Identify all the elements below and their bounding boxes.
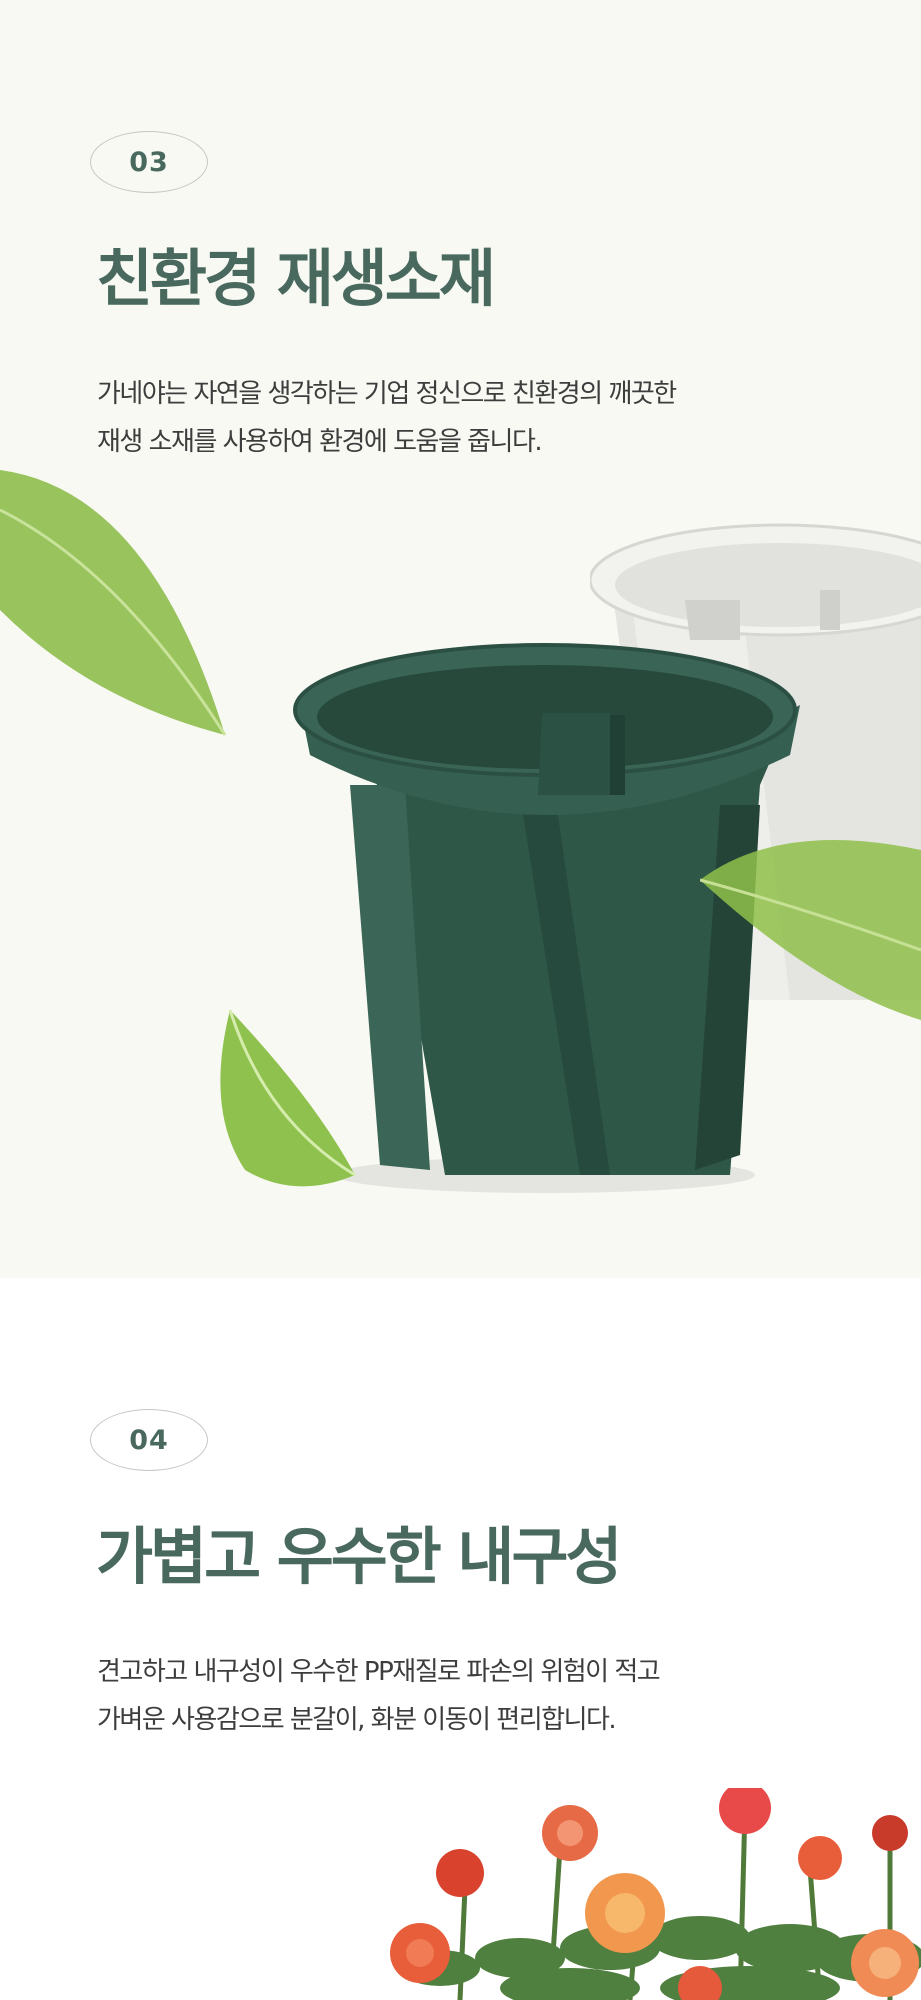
section-number-badge: 04 <box>90 1409 208 1471</box>
description-line-1: 견고하고 내구성이 우수한 PP재질로 파손의 위험이 적고 <box>97 1657 661 1687</box>
section-title: 친환경 재생소재 <box>96 242 496 315</box>
section-durability: 04 가볍고 우수한 내구성 견고하고 내구성이 우수한 PP재질로 파손의 위… <box>0 1278 921 2000</box>
leaf-left-large-image <box>0 470 227 736</box>
leaf-small-image <box>220 1010 356 1187</box>
section-description: 견고하고 내구성이 우수한 PP재질로 파손의 위험이 적고 가벼운 사용감으로… <box>97 1648 661 1744</box>
section-eco-material: 03 친환경 재생소재 가네야는 자연을 생각하는 기업 정신으로 친환경의 깨… <box>0 0 921 1278</box>
leaf-right-image <box>700 840 921 1020</box>
rose-plant-image <box>390 1788 921 2000</box>
section-title: 가볍고 우수한 내구성 <box>96 1520 623 1593</box>
description-line-1: 가네야는 자연을 생각하는 기업 정신으로 친환경의 깨끗한 <box>97 379 677 409</box>
description-line-2: 가벼운 사용감으로 분갈이, 화분 이동이 편리합니다. <box>97 1705 617 1735</box>
section-number-badge: 03 <box>90 131 208 193</box>
